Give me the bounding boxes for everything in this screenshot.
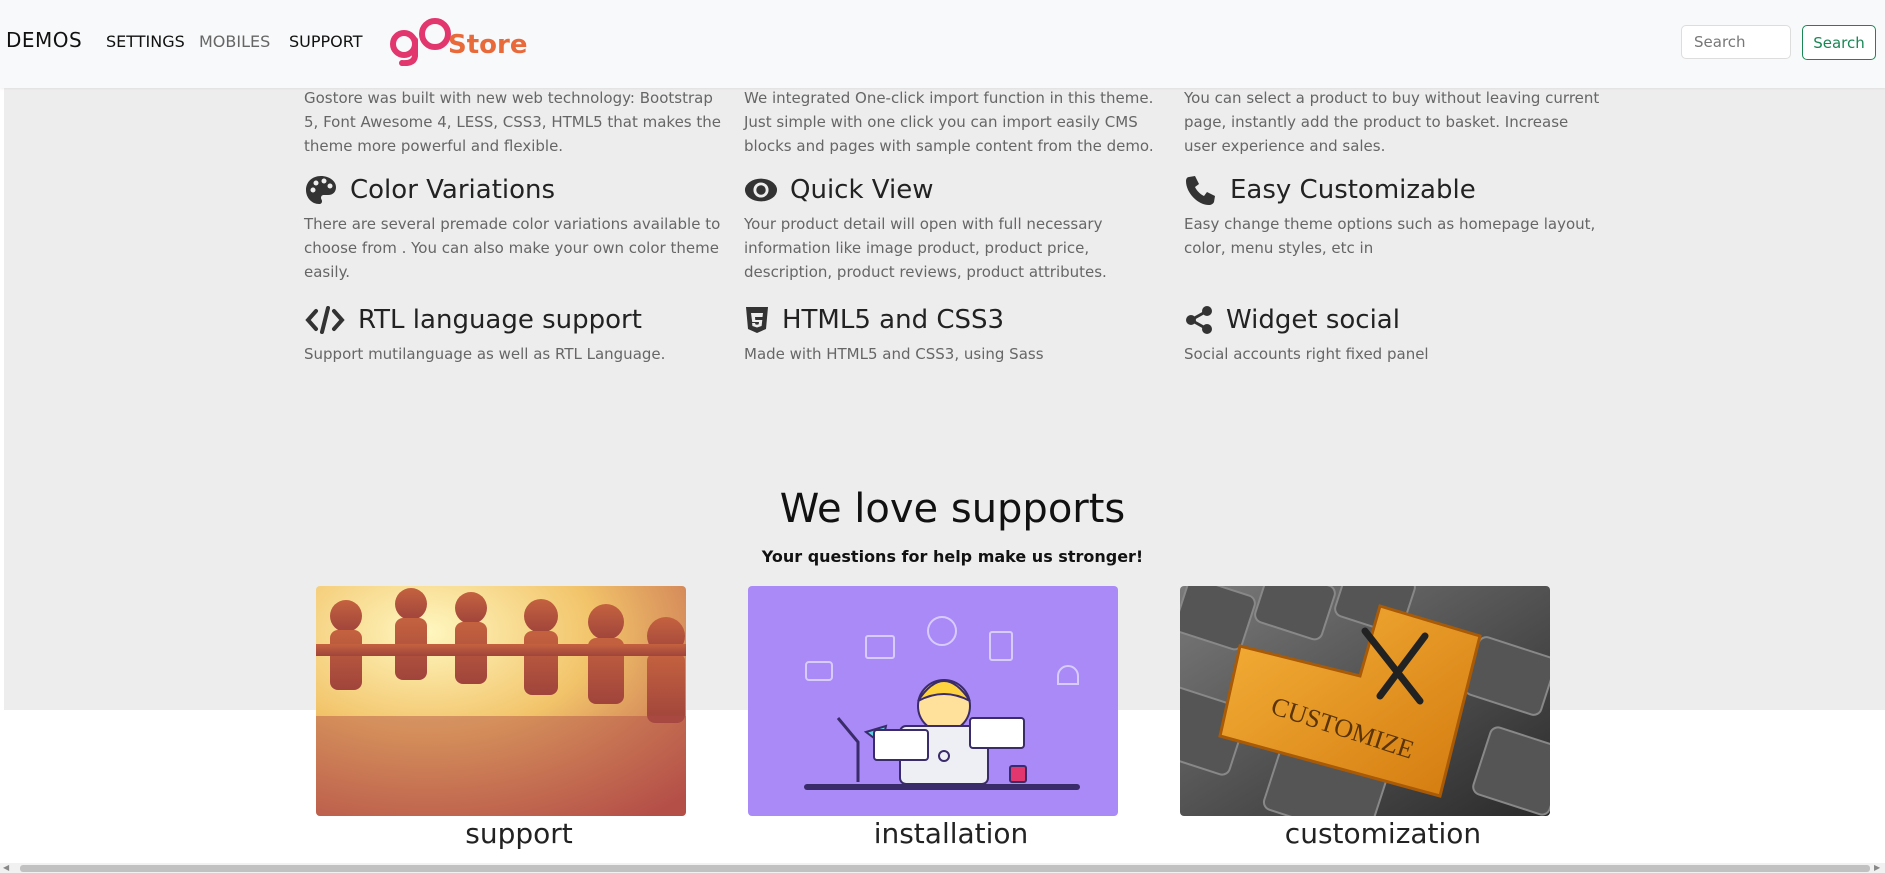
feature-title: RTL language support [358, 305, 642, 335]
feature-description-quick-buy: You can select a product to buy without … [1184, 89, 1600, 155]
top-navbar: DEMOS SETTINGS MOBILES SUPPORT Store Sea… [0, 0, 1885, 88]
feature-widget-social: Widget social Social accounts right fixe… [1184, 304, 1604, 366]
feature-title: Widget social [1226, 305, 1400, 335]
feature-quick-view: Quick View Your product detail will open… [744, 174, 1164, 284]
customization-card-image[interactable]: CUSTOMIZE [1180, 586, 1550, 816]
feature-rtl-support: RTL language support Support mutilanguag… [304, 304, 724, 366]
feature-title: HTML5 and CSS3 [782, 305, 1005, 335]
feature-text: There are several premade color variatio… [304, 215, 721, 281]
brand-demos[interactable]: DEMOS [6, 28, 82, 52]
customization-card-label[interactable]: customization [1198, 817, 1568, 850]
nav-link-settings[interactable]: SETTINGS [106, 32, 185, 51]
scroll-right-arrow-icon[interactable]: ▶ [1874, 863, 1880, 873]
palette-icon [304, 174, 338, 206]
search-input[interactable] [1681, 25, 1791, 59]
html5-icon [744, 304, 770, 336]
feature-title: Easy Customizable [1230, 175, 1476, 205]
search-button[interactable]: Search [1802, 25, 1876, 60]
scroll-left-arrow-icon[interactable]: ◀ [3, 863, 9, 873]
installation-card-image[interactable] [748, 586, 1118, 816]
feature-title: Quick View [790, 175, 934, 205]
gostore-logo[interactable]: Store [388, 16, 528, 67]
feature-color-variations: Color Variations There are several prema… [304, 174, 724, 284]
logo-store-text: Store [448, 30, 528, 60]
share-icon [1184, 304, 1214, 336]
nav-link-mobiles[interactable]: MOBILES [199, 32, 270, 51]
feature-text: Made with HTML5 and CSS3, using Sass [744, 345, 1044, 363]
feature-description-technology: Gostore was built with new web technolog… [304, 89, 722, 155]
support-section-subtitle: Your questions for help make us stronger… [761, 547, 1144, 566]
feature-html5-css3: HTML5 and CSS3 Made with HTML5 and CSS3,… [744, 304, 1164, 366]
code-icon [304, 304, 346, 336]
installation-card-label[interactable]: installation [766, 817, 1136, 850]
feature-text: Your product detail will open with full … [744, 215, 1107, 281]
scrollbar-thumb[interactable] [20, 865, 1870, 872]
feature-text: Support mutilanguage as well as RTL Lang… [304, 345, 666, 363]
nav-link-support[interactable]: SUPPORT [289, 32, 362, 51]
eye-icon [744, 174, 778, 206]
feature-easy-customizable: Easy Customizable Easy change theme opti… [1184, 174, 1604, 260]
feature-text: Easy change theme options such as homepa… [1184, 215, 1596, 257]
support-section-title: We love supports [779, 486, 1126, 532]
phone-icon [1184, 174, 1218, 206]
feature-title: Color Variations [350, 175, 556, 205]
feature-description-import: We integrated One-click import function … [744, 89, 1154, 155]
horizontal-scrollbar[interactable]: ◀ ▶ [0, 863, 1885, 873]
feature-text: Social accounts right fixed panel [1184, 345, 1429, 363]
support-card-label[interactable]: support [334, 817, 704, 850]
support-card-image[interactable] [316, 586, 686, 816]
